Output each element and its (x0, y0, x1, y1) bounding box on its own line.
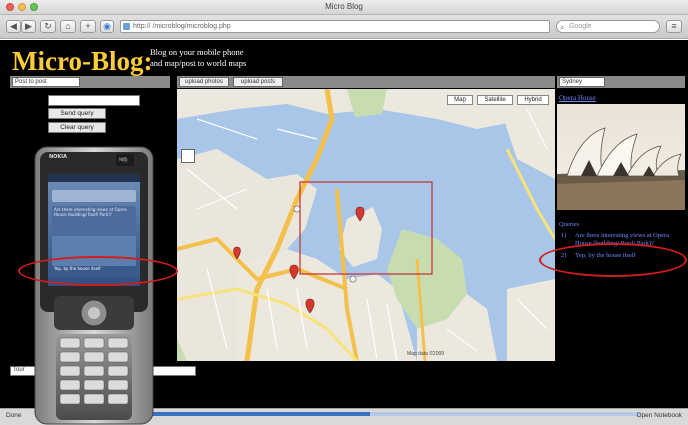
map-credits: Map data ©2009 (407, 351, 445, 357)
map-tab-hybrid[interactable]: Hybrid (517, 95, 549, 105)
left-control-bar: Post to post (10, 76, 170, 88)
address-bar[interactable]: http:// /microblog/microblog.php (120, 20, 550, 33)
plus-icon: + (85, 21, 91, 31)
phone-brand: NOKIA (49, 154, 68, 160)
status-right-text[interactable]: Open Notebook (636, 412, 682, 419)
rss-button[interactable]: ◉ (100, 20, 114, 33)
site-tagline: Blog on your mobile phone and map/post t… (150, 47, 246, 69)
window-title: Micro Blog (325, 2, 363, 11)
rss-icon: ◉ (103, 21, 111, 31)
query-input[interactable] (48, 95, 140, 106)
add-bookmark-button[interactable]: + (80, 20, 96, 33)
back-button[interactable]: ◀ (6, 20, 21, 33)
browser-toolbar: ◀ ▶ ↻ ⌂ + ◉ http:// /microblog/microblog… (0, 15, 688, 39)
queries-heading: Queries (559, 221, 580, 228)
home-icon: ⌂ (65, 21, 71, 31)
info-panel: Opera House Queries 1) Are there interes… (557, 89, 685, 361)
forward-arrow-icon: ▶ (25, 21, 32, 31)
status-text: Done (6, 412, 22, 419)
right-control-bar: Sydney (557, 76, 685, 88)
query-item-number: 1) (561, 232, 567, 239)
upload-posts-button[interactable]: upload posts (233, 77, 283, 87)
home-button[interactable]: ⌂ (60, 20, 76, 33)
map-tab-map[interactable]: Map (447, 95, 473, 105)
window-titlebar: Micro Blog (0, 0, 688, 15)
address-text: http:// /microblog/microblog.php (133, 23, 231, 30)
map-view[interactable]: Map Satellite Hybrid Map data ©2009 (177, 89, 555, 361)
user-select[interactable]: Post to post (12, 77, 80, 87)
phone-model: N95 (119, 157, 128, 162)
tour-label: Tour (13, 367, 25, 373)
reload-icon: ↻ (44, 21, 52, 31)
opera-house-photo (557, 104, 685, 210)
site-favicon-icon (123, 23, 130, 30)
location-select[interactable]: Sydney (559, 77, 605, 87)
send-query-button[interactable]: Send query (48, 108, 106, 119)
search-input[interactable]: ⌕ Google (556, 20, 660, 33)
reply-highlight-ellipse (539, 243, 687, 277)
clear-query-button[interactable]: Clear query (48, 122, 106, 133)
upload-photos-button[interactable]: upload photos (179, 77, 229, 87)
forward-button[interactable]: ▶ (21, 20, 36, 33)
opera-house-link[interactable]: Opera House (559, 94, 596, 102)
reload-button[interactable]: ↻ (40, 20, 56, 33)
route-shield-icon (293, 205, 301, 213)
site-logo: Micro-Blog: (12, 46, 153, 76)
back-arrow-icon: ◀ (10, 21, 17, 31)
map-tab-satellite[interactable]: Satellite (477, 95, 513, 105)
map-control-bar: upload photos upload posts (177, 76, 555, 88)
phone-screen-query: Are there interesting views at Opera Hou… (54, 207, 127, 217)
tagline-line-2: and map/post to world maps (150, 58, 247, 68)
map-zoom-control[interactable] (181, 149, 195, 163)
menu-icon: ≡ (671, 21, 677, 31)
search-icon: ⌕ (560, 23, 565, 32)
tagline-line-1: Blog on your mobile phone (150, 47, 244, 57)
opera-house-image (557, 104, 685, 210)
route-shield-icon (349, 275, 357, 283)
phone-highlight-ellipse (18, 256, 178, 286)
page-menu-button[interactable]: ≡ (666, 20, 682, 33)
map-canvas[interactable] (177, 89, 555, 361)
land-southeast (507, 279, 555, 361)
search-placeholder: Google (569, 23, 592, 30)
